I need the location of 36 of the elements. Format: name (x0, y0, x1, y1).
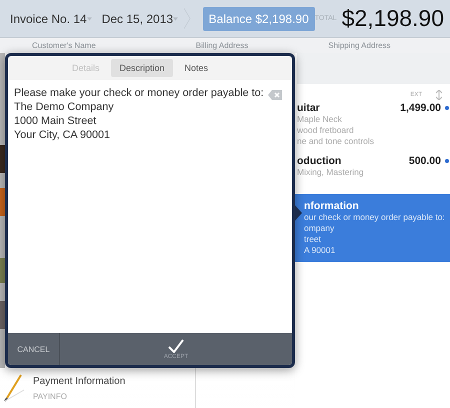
date-dropdown[interactable]: Dec 15, 2013 (102, 12, 174, 26)
item-title: Payment Information (33, 376, 126, 386)
column-label: Shipping Address (328, 41, 391, 50)
pencil-icon (3, 374, 25, 402)
item-detail: wood fretboard (297, 125, 355, 136)
cancel-button[interactable]: CANCEL (8, 333, 60, 365)
item-detail: Maple Neck (297, 114, 343, 125)
item-code: PAYINFO (33, 392, 68, 400)
item-amount: 500.00 (408, 155, 441, 167)
caret-icon (86, 16, 92, 22)
tab[interactable]: Notes (176, 59, 216, 77)
column-label: Billing Address (196, 41, 248, 50)
item-name: nformation (304, 200, 359, 212)
selected-line-item[interactable]: nformation our check or money order payable to: ompany treet A 90001 (295, 194, 450, 262)
item-name: oduction (297, 155, 342, 167)
check-icon (168, 338, 184, 352)
item-amount: 1,499.00 (400, 102, 441, 114)
invoice-dropdown[interactable]: Invoice No. 14 (10, 12, 87, 26)
dot-icon (445, 159, 449, 163)
item-detail: ompany (304, 223, 336, 234)
clear-icon[interactable] (268, 90, 282, 100)
item-detail: Mixing, Mastering (297, 167, 365, 178)
item-detail: treet (304, 234, 322, 245)
line-item[interactable]: oduction 500.00 Mixing, Mastering (297, 155, 450, 186)
item-detail: our check or money order payable to: (304, 212, 446, 223)
item-name: uitar (297, 102, 320, 114)
total-amount: $2,198.90 (342, 5, 444, 32)
column-label: Customer's Name (32, 41, 96, 50)
caret-icon (173, 16, 178, 22)
sort-icon[interactable] (436, 90, 442, 100)
dot-icon (445, 106, 449, 110)
tab[interactable]: Description (111, 59, 173, 77)
item-detail: ne and tone controls (297, 136, 376, 147)
item-detail: A 90001 (304, 245, 336, 256)
line-item[interactable]: uitar 1,499.00 Maple Neck wood fretboard ne and tone controls (297, 102, 450, 155)
description-field[interactable]: Please make your check or money order payable to: The Demo Company 1000 Main Street Your City, CA 90001 (8, 80, 292, 333)
